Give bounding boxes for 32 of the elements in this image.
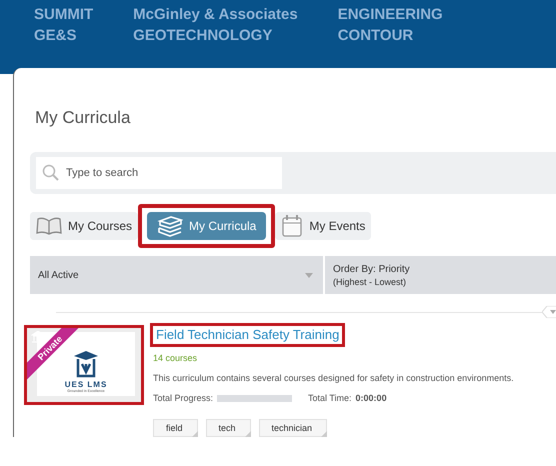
open-book-icon [36, 216, 62, 236]
company-logo: GEOTECHNOLOGY [133, 27, 274, 44]
books-icon [157, 215, 184, 237]
curriculum-description: This curriculum contains several courses designed for safety in construction environments. [153, 373, 515, 383]
course-count: 14 courses [153, 353, 198, 363]
order-dropdown[interactable]: Order By: Priority (Highest - Lowest) [325, 256, 556, 294]
status-dropdown[interactable]: All Active [30, 256, 323, 294]
folded-corner-icon [192, 431, 198, 437]
company-logo: GE&S [34, 27, 78, 44]
time-label: Total Time: [308, 393, 352, 403]
tab[interactable]: My Curricula [147, 212, 266, 240]
company-logo: ENGINEERING [338, 6, 443, 23]
calendar-icon [281, 214, 304, 238]
total-time: 0:00:00 [356, 393, 387, 403]
folded-corner-icon [321, 431, 328, 437]
curriculum-title-link[interactable]: Field Technician Safety Training [156, 327, 340, 342]
thumbnail-title: UES LMS [64, 380, 108, 389]
search-field[interactable]: Type to search [36, 157, 282, 189]
folded-corner-icon [244, 431, 251, 437]
company-logo: CONTOUR [338, 27, 414, 44]
tab[interactable]: My Events [275, 212, 372, 240]
search-icon [42, 164, 60, 182]
collapse-icon[interactable] [542, 306, 556, 318]
tag[interactable]: tech [206, 419, 251, 437]
tag[interactable]: field [153, 419, 198, 437]
tab[interactable]: My Courses [30, 212, 138, 240]
progress-label: Total Progress: [153, 393, 214, 403]
caret-icon [305, 272, 313, 278]
tag[interactable]: technician [258, 419, 328, 437]
page-title: My Curricula [35, 108, 132, 128]
company-logo: SUMMIT [34, 6, 94, 23]
company-logo: McGinley & Associates [133, 6, 298, 23]
